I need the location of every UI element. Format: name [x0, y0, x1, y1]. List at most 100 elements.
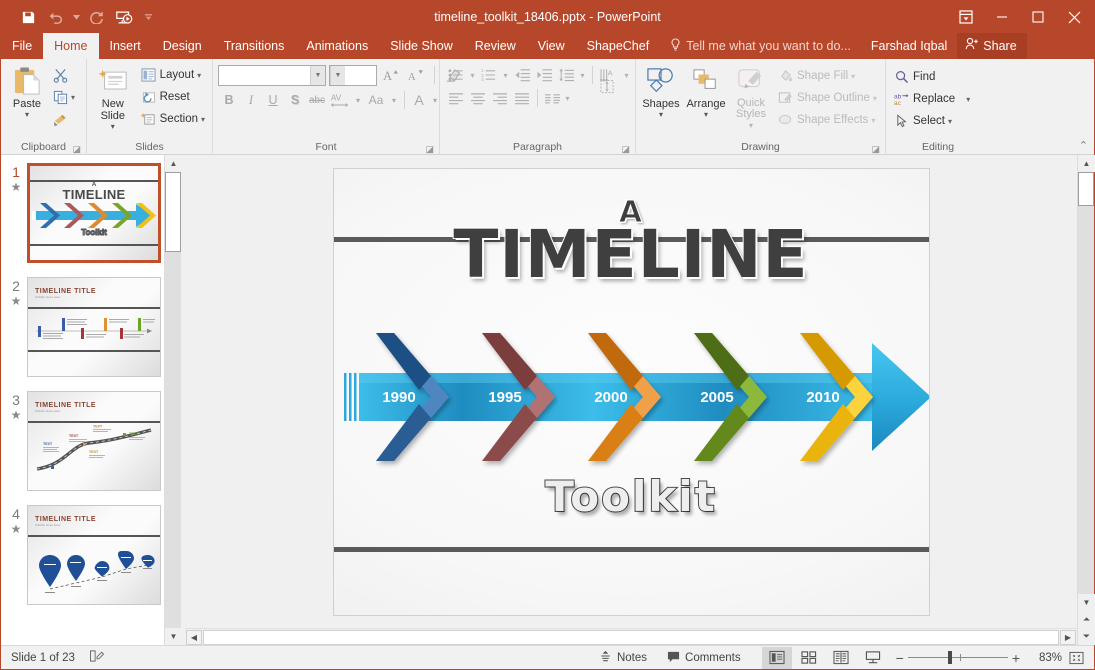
- customize-qat-icon[interactable]: [139, 5, 157, 29]
- character-spacing-button[interactable]: AV: [328, 89, 352, 111]
- thumbnail-slide-1[interactable]: 1 ★ A TIMELINE Toolkit: [1, 163, 164, 263]
- tab-shapechef[interactable]: ShapeChef: [576, 33, 661, 59]
- zoom-out-button[interactable]: −: [896, 650, 904, 666]
- columns-button[interactable]: [542, 87, 562, 109]
- line-spacing-button[interactable]: [555, 64, 577, 86]
- slide-title-main[interactable]: TIMELINE: [334, 217, 929, 291]
- tab-file[interactable]: File: [1, 33, 43, 59]
- zoom-track[interactable]: [907, 651, 1008, 664]
- scroll-track[interactable]: [165, 172, 181, 628]
- zoom-thumb[interactable]: [947, 651, 952, 664]
- replace-caret-icon[interactable]: ▾: [966, 95, 970, 104]
- thumbnail-scrollbar[interactable]: ▲ ▼: [164, 155, 182, 645]
- hscroll-track[interactable]: [203, 629, 1059, 645]
- change-case-button[interactable]: Aa: [364, 89, 388, 111]
- scroll-thumb[interactable]: [1078, 172, 1094, 206]
- scroll-left-icon[interactable]: ◀: [186, 629, 202, 645]
- arrange-button[interactable]: Arrange ▾: [683, 62, 729, 119]
- font-size-dropdown-icon[interactable]: ▼: [330, 65, 345, 85]
- account-name[interactable]: Farshad Iqbal: [861, 33, 957, 59]
- tab-animations[interactable]: Animations: [295, 33, 379, 59]
- align-left-button[interactable]: [445, 87, 467, 109]
- thumbnail-frame[interactable]: TIMELINE TITLE Subtitle Goes Here: [27, 505, 161, 605]
- shape-outline-button[interactable]: Shape Outline ▾: [773, 87, 881, 109]
- tab-transitions[interactable]: Transitions: [213, 33, 296, 59]
- align-text-button[interactable]: [595, 75, 619, 97]
- tab-insert[interactable]: Insert: [99, 33, 152, 59]
- font-size-input[interactable]: ▼: [329, 64, 377, 86]
- find-button[interactable]: Find: [889, 66, 974, 88]
- justify-button[interactable]: [511, 87, 533, 109]
- columns-caret-icon[interactable]: ▾: [562, 87, 573, 109]
- bullets-caret-icon[interactable]: ▾: [467, 64, 478, 86]
- tab-view[interactable]: View: [527, 33, 576, 59]
- slide-thumbnail-list[interactable]: 1 ★ A TIMELINE Toolkit 2 ★ TIMELINE TITL…: [1, 155, 164, 645]
- next-slide-icon[interactable]: ⏷: [1078, 628, 1095, 645]
- scroll-right-icon[interactable]: ▶: [1060, 629, 1076, 645]
- slide-subtitle[interactable]: Toolkit: [334, 471, 929, 522]
- tab-design[interactable]: Design: [152, 33, 213, 59]
- section-caret-icon[interactable]: ▾: [201, 115, 205, 124]
- shape-effects-button[interactable]: Shape Effects ▾: [773, 109, 881, 131]
- tab-slide-show[interactable]: Slide Show: [379, 33, 464, 59]
- align-right-button[interactable]: [489, 87, 511, 109]
- section-button[interactable]: Section ▾: [136, 108, 209, 130]
- numbering-caret-icon[interactable]: ▾: [500, 64, 511, 86]
- increase-font-size-button[interactable]: A: [380, 64, 402, 86]
- increase-indent-button[interactable]: [533, 64, 555, 86]
- notes-page-icon[interactable]: [89, 649, 105, 666]
- change-case-caret-icon[interactable]: ▾: [388, 89, 400, 111]
- reading-view-button[interactable]: [826, 647, 856, 669]
- slide-vertical-scrollbar[interactable]: ▲ ▼ ⏶ ⏷: [1077, 155, 1095, 645]
- tab-home[interactable]: Home: [43, 33, 99, 59]
- thumbnail-frame[interactable]: A TIMELINE Toolkit: [27, 163, 161, 263]
- replace-button[interactable]: ab ac Replace ▾: [889, 88, 974, 110]
- thumbnail-frame[interactable]: TIMELINE TITLE Subtitle Goes Here: [27, 391, 161, 491]
- numbering-button[interactable]: 123: [478, 64, 500, 86]
- cut-button[interactable]: [50, 64, 77, 86]
- font-name-dropdown-icon[interactable]: ▼: [310, 65, 325, 85]
- bold-button[interactable]: B: [218, 89, 240, 111]
- thumbnail-slide-3[interactable]: 3 ★ TIMELINE TITLE Subtitle Goes Here TE…: [1, 391, 164, 491]
- zoom-in-button[interactable]: +: [1012, 650, 1020, 666]
- maximize-icon[interactable]: [1020, 1, 1056, 33]
- thumbnail-frame[interactable]: TIMELINE TITLE Subtitle Goes Here: [27, 277, 161, 377]
- shape-outline-caret-icon[interactable]: ▾: [873, 94, 877, 103]
- save-icon[interactable]: [15, 5, 41, 29]
- layout-caret-icon[interactable]: ▾: [197, 71, 201, 80]
- align-center-button[interactable]: [467, 87, 489, 109]
- thumbnail-slide-2[interactable]: 2 ★ TIMELINE TITLE Subtitle Goes Here: [1, 277, 164, 377]
- share-button[interactable]: Share: [957, 33, 1027, 59]
- scroll-up-icon[interactable]: ▲: [165, 155, 182, 172]
- character-spacing-caret-icon[interactable]: ▾: [352, 89, 364, 111]
- redo-icon[interactable]: [83, 5, 109, 29]
- text-shadow-button[interactable]: S: [284, 89, 306, 111]
- fit-to-window-button[interactable]: [1064, 648, 1088, 668]
- tell-me-search[interactable]: Tell me what you want to do...: [660, 33, 861, 59]
- scroll-down-icon[interactable]: ▼: [1078, 594, 1095, 611]
- layout-button[interactable]: Layout ▾: [136, 64, 209, 86]
- shapes-caret-icon[interactable]: ▾: [659, 110, 663, 119]
- slide-sorter-view-button[interactable]: [794, 647, 824, 669]
- start-from-beginning-icon[interactable]: [111, 5, 137, 29]
- close-icon[interactable]: [1056, 1, 1092, 33]
- font-color-button[interactable]: A: [409, 89, 429, 111]
- font-name-input[interactable]: ▼: [218, 64, 326, 86]
- scroll-up-icon[interactable]: ▲: [1078, 155, 1095, 172]
- italic-button[interactable]: I: [240, 89, 262, 111]
- new-slide-caret-icon[interactable]: ▾: [111, 122, 115, 131]
- zoom-percentage[interactable]: 83%: [1028, 652, 1062, 664]
- ribbon-display-options-icon[interactable]: [948, 1, 984, 33]
- new-slide-button[interactable]: New Slide ▾: [90, 62, 136, 131]
- shape-effects-caret-icon[interactable]: ▾: [871, 116, 875, 125]
- undo-icon[interactable]: [43, 5, 69, 29]
- current-slide[interactable]: A TIMELINE 1990 1995 2000 2005 2010 Tool…: [332, 167, 930, 616]
- decrease-indent-button[interactable]: [511, 64, 533, 86]
- line-spacing-caret-icon[interactable]: ▾: [577, 64, 588, 86]
- select-caret-icon[interactable]: ▾: [948, 117, 952, 126]
- text-direction-caret-icon[interactable]: ▾: [621, 64, 632, 86]
- underline-button[interactable]: U: [262, 89, 284, 111]
- paste-caret-icon[interactable]: ▾: [25, 110, 29, 119]
- copy-button[interactable]: ▾: [50, 86, 77, 108]
- shape-fill-button[interactable]: Shape Fill ▾: [773, 65, 881, 87]
